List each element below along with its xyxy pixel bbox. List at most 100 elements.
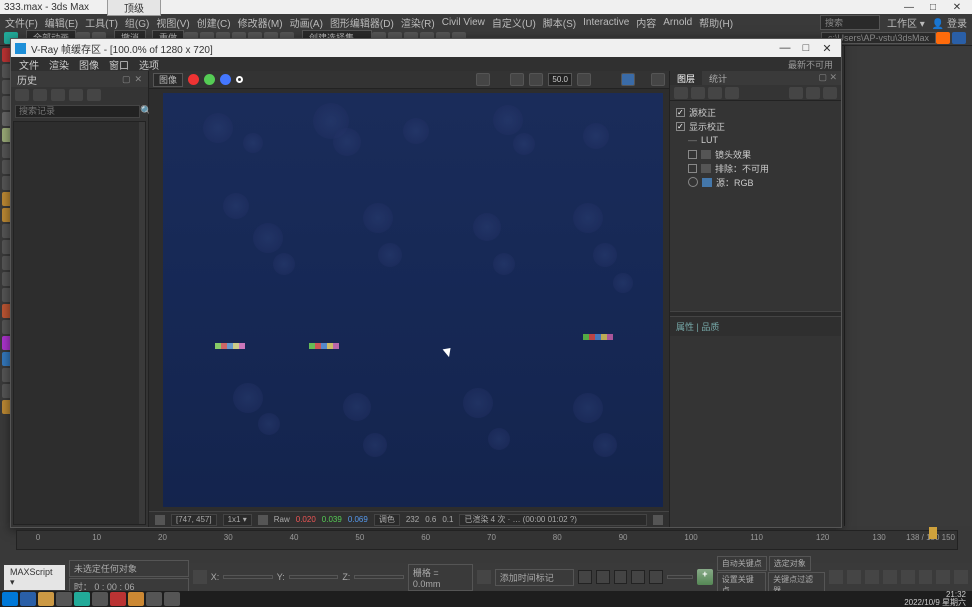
timeline-knob[interactable] — [929, 527, 937, 539]
task-icon[interactable] — [92, 592, 108, 606]
goto-end-icon[interactable] — [649, 570, 663, 584]
info-icon[interactable] — [653, 515, 663, 525]
menu-interactive[interactable]: Interactive — [583, 17, 629, 28]
check-icon[interactable] — [688, 164, 697, 173]
next-frame-icon[interactable] — [631, 570, 645, 584]
alpha-channel-icon[interactable] — [236, 76, 243, 83]
menu-create[interactable]: 创建(C) — [197, 15, 231, 30]
menu-arnold[interactable]: Arnold — [663, 17, 692, 28]
hist-del-icon[interactable] — [69, 89, 83, 101]
check-icon[interactable] — [676, 122, 685, 131]
vmenu-options[interactable]: 选项 — [139, 57, 159, 72]
vray-max-icon[interactable]: □ — [796, 42, 816, 55]
menu-search[interactable]: 搜索 — [820, 15, 880, 30]
selected-button[interactable]: 选定对象 — [769, 556, 811, 571]
hist-opt-icon[interactable] — [87, 89, 101, 101]
timeline[interactable]: 0 10 20 30 40 50 60 70 80 90 100 110 120… — [16, 530, 958, 550]
menu-tools[interactable]: 工具(T) — [85, 15, 118, 30]
maxscript-dropdown[interactable]: MAXScript ▾ — [4, 565, 65, 590]
green-channel-icon[interactable] — [204, 74, 215, 85]
timemark-input[interactable]: 添加时间标记 — [495, 569, 574, 586]
mono-icon[interactable] — [577, 73, 591, 86]
vray-min-icon[interactable]: — — [775, 42, 795, 55]
autokey-button[interactable]: 自动关键点 — [717, 556, 767, 571]
keyframe-plus-icon[interactable]: + — [697, 569, 713, 585]
start-icon[interactable] — [2, 592, 18, 606]
tab-collapse-icon[interactable]: ▢ ✕ — [814, 71, 841, 85]
command-panel[interactable] — [844, 46, 972, 526]
check-icon[interactable] — [676, 108, 685, 117]
vray-close-icon[interactable]: ✕ — [817, 42, 837, 55]
tab-stats[interactable]: 统计 — [702, 71, 734, 85]
nav-icon[interactable] — [883, 570, 897, 584]
min-icon[interactable]: — — [898, 2, 920, 13]
layer-undo-icon[interactable] — [806, 87, 820, 99]
prev-frame-icon[interactable] — [596, 570, 610, 584]
nav-icon[interactable] — [936, 570, 950, 584]
nav-icon[interactable] — [919, 570, 933, 584]
vmenu-image[interactable]: 图像 — [79, 57, 99, 72]
layer-tree[interactable]: 源校正 显示校正 —LUT 镜头效果 排除：不可用 源：RGB — [670, 101, 841, 311]
tree-node[interactable]: 源：RGB — [716, 176, 754, 189]
scene-tab[interactable]: 顶级 — [107, 0, 161, 16]
vray-titlebar[interactable]: V-Ray 帧缓存区 - [100.0% of 1280 x 720] — □ … — [11, 39, 841, 57]
layer-add-icon[interactable] — [674, 87, 688, 99]
play-icon[interactable] — [614, 570, 628, 584]
history-search[interactable] — [15, 105, 140, 118]
region-icon[interactable] — [510, 73, 524, 86]
task-icon[interactable] — [128, 592, 144, 606]
layer-menu-icon[interactable] — [789, 87, 803, 99]
nav-icon[interactable] — [847, 570, 861, 584]
zoom-readout[interactable]: 50.0 — [548, 73, 572, 86]
menu-script[interactable]: 脚本(S) — [543, 15, 576, 30]
stop-icon[interactable] — [651, 73, 665, 86]
menu-render[interactable]: 渲染(R) — [401, 15, 435, 30]
blue-channel-icon[interactable] — [220, 74, 231, 85]
tab-layers[interactable]: 图层 — [670, 71, 702, 85]
nav-icon[interactable] — [829, 570, 843, 584]
eye-icon[interactable] — [688, 177, 698, 187]
y-input[interactable] — [289, 575, 339, 579]
layer-disk-icon[interactable] — [725, 87, 739, 99]
hist-ab-icon[interactable] — [51, 89, 65, 101]
track-icon[interactable] — [529, 73, 543, 86]
vmenu-file[interactable]: 文件 — [19, 57, 39, 72]
history-list[interactable] — [13, 121, 146, 525]
tool-icon[interactable] — [936, 32, 950, 44]
task-icon[interactable] — [74, 592, 90, 606]
workspace-dropdown[interactable]: 工作区 ▾ — [887, 15, 925, 30]
menu-graph[interactable]: 图形编辑器(D) — [330, 15, 394, 30]
system-clock[interactable]: 21:322022/10/9 星期六 — [900, 591, 970, 607]
menu-content[interactable]: 内容 — [636, 15, 656, 30]
render-teapot-icon[interactable] — [621, 73, 635, 86]
mode-icon[interactable] — [258, 515, 268, 525]
menu-anim[interactable]: 动画(A) — [290, 15, 323, 30]
hist-close-icon[interactable]: ✕ — [134, 74, 142, 85]
task-icon[interactable] — [110, 592, 126, 606]
menu-view[interactable]: 视图(V) — [156, 15, 189, 30]
hist-collapse-icon[interactable]: ▢ — [122, 74, 131, 85]
task-icon[interactable] — [56, 592, 72, 606]
tool-icon[interactable] — [952, 32, 966, 44]
tree-node[interactable]: 源校正 — [689, 106, 716, 119]
snap-icon[interactable] — [477, 570, 491, 584]
nav-icon[interactable] — [901, 570, 915, 584]
vmenu-window[interactable]: 窗口 — [109, 57, 129, 72]
lock-icon[interactable] — [193, 570, 207, 584]
hist-load-icon[interactable] — [33, 89, 47, 101]
render-canvas[interactable] — [163, 93, 663, 507]
tree-node[interactable]: 显示校正 — [689, 120, 725, 133]
red-channel-icon[interactable] — [188, 74, 199, 85]
channel-dropdown[interactable]: 图像 — [153, 73, 183, 87]
layer-folder-icon[interactable] — [691, 87, 705, 99]
goto-start-icon[interactable] — [578, 570, 592, 584]
scale-dropdown[interactable]: 1x1 ▾ — [223, 514, 252, 526]
close-icon[interactable]: ✕ — [946, 2, 968, 13]
vmenu-render[interactable]: 渲染 — [49, 57, 69, 72]
tree-node[interactable]: 排除：不可用 — [715, 162, 769, 175]
layer-redo-icon[interactable] — [823, 87, 837, 99]
tree-node[interactable]: LUT — [701, 135, 718, 145]
tree-node[interactable]: 镜头效果 — [715, 148, 751, 161]
task-icon[interactable] — [146, 592, 162, 606]
signin-icon[interactable]: 👤 登录 — [932, 15, 967, 30]
